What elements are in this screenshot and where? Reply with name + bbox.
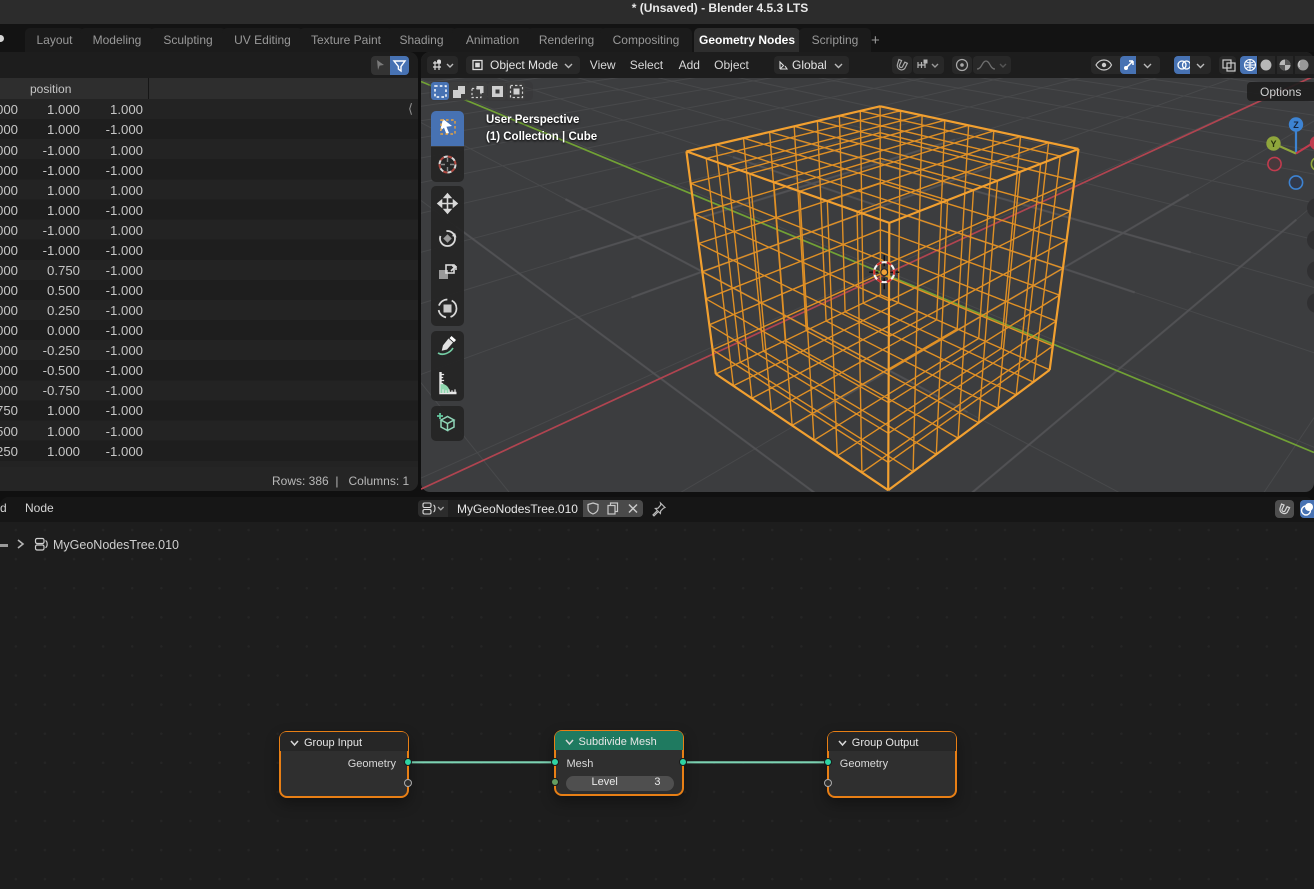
svg-text:Object Mode: Object Mode [490,58,558,72]
svg-text:Global: Global [792,58,827,72]
svg-text:Y: Y [1270,139,1276,149]
svg-text:Z: Z [1293,120,1299,130]
